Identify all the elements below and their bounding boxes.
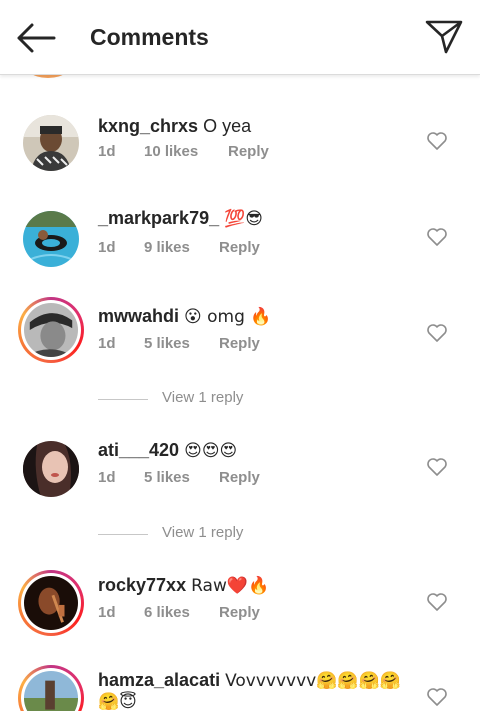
likes-count[interactable]: 5 likes [144, 335, 190, 352]
page-title: Comments [90, 24, 209, 50]
comment-text: kxng_chrxs O yea [98, 115, 251, 137]
comment-body: 💯😎 [224, 209, 264, 229]
comment-text: rocky77xx Raw❤️🔥 [98, 574, 269, 597]
comment-row: hamza_alacati Vovvvvvvv🤗🤗🤗🤗 🤗😇 [0, 665, 480, 711]
avatar[interactable] [23, 115, 79, 171]
likes-count[interactable]: 5 likes [144, 469, 190, 486]
avatar[interactable] [23, 441, 79, 497]
comment-age: 1d [98, 604, 116, 621]
reply-button[interactable]: Reply [228, 143, 269, 160]
heart-icon[interactable] [426, 592, 448, 612]
back-button[interactable] [14, 20, 58, 56]
reply-button[interactable]: Reply [219, 469, 260, 486]
comment-body: O yea [203, 116, 252, 136]
heart-icon[interactable] [426, 457, 448, 477]
avatar[interactable] [23, 211, 79, 267]
user-photo [23, 441, 79, 497]
paper-plane-icon [425, 20, 463, 54]
reply-button[interactable]: Reply [219, 335, 260, 352]
comment-text: _markpark79_ 💯😎 [98, 207, 263, 230]
reply-button[interactable]: Reply [219, 239, 260, 256]
comments-header: Comments [0, 0, 480, 75]
comment-row: kxng_chrxs O yea 1d 10 likes Reply [0, 115, 480, 185]
avatar-with-story-ring[interactable] [18, 297, 84, 363]
view-replies-label: View 1 reply [162, 389, 244, 406]
user-photo [24, 576, 78, 630]
comment-text: mwwahdi 😮 omg 🔥 [98, 305, 271, 328]
view-replies-link[interactable]: View 1 reply [98, 389, 348, 409]
comment-body: Raw❤️🔥 [191, 576, 270, 596]
comment-text: ati___420 😍😍😍 [98, 439, 237, 462]
likes-count[interactable]: 9 likes [144, 239, 190, 256]
user-photo [23, 115, 79, 171]
comment-age: 1d [98, 143, 116, 160]
comment-username[interactable]: hamza_alacati [98, 670, 220, 690]
heart-icon[interactable] [426, 323, 448, 343]
comment-age: 1d [98, 335, 116, 352]
comment-username[interactable]: rocky77xx [98, 575, 186, 595]
comment-username[interactable]: mwwahdi [98, 306, 179, 326]
comment-username[interactable]: kxng_chrxs [98, 116, 198, 136]
comment-row: ati___420 😍😍😍 1d 5 likes Reply [0, 439, 480, 511]
heart-icon[interactable] [426, 227, 448, 247]
comment-row: _markpark79_ 💯😎 1d 9 likes Reply [0, 208, 480, 281]
heart-icon[interactable] [426, 687, 448, 707]
reply-button[interactable]: Reply [219, 604, 260, 621]
user-photo [23, 211, 79, 267]
comment-row: mwwahdi 😮 omg 🔥 1d 5 likes Reply [0, 297, 480, 367]
divider [98, 399, 148, 400]
user-photo [24, 671, 78, 711]
share-button[interactable] [424, 18, 464, 56]
arrow-left-icon [17, 23, 56, 53]
comment-text: hamza_alacati Vovvvvvvv🤗🤗🤗🤗 [98, 669, 401, 692]
view-replies-label: View 1 reply [162, 524, 244, 541]
comment-row: rocky77xx Raw❤️🔥 1d 6 likes Reply [0, 570, 480, 640]
comment-body: 😮 omg 🔥 [184, 307, 272, 327]
divider [98, 534, 148, 535]
comment-age: 1d [98, 239, 116, 256]
comment-body: Vovvvvvvv🤗🤗🤗🤗 [225, 671, 401, 691]
comment-body-continued: 🤗😇 [98, 692, 137, 711]
heart-icon[interactable] [426, 131, 448, 151]
comment-username[interactable]: _markpark79_ [98, 208, 219, 228]
user-photo [24, 303, 78, 357]
avatar-with-story-ring[interactable] [18, 570, 84, 636]
view-replies-link[interactable]: View 1 reply [98, 524, 348, 544]
likes-count[interactable]: 6 likes [144, 604, 190, 621]
likes-count[interactable]: 10 likes [144, 143, 198, 160]
comment-age: 1d [98, 469, 116, 486]
comment-body: 😍😍😍 [184, 441, 238, 461]
avatar-with-story-ring[interactable] [18, 665, 84, 711]
comment-username[interactable]: ati___420 [98, 440, 179, 460]
